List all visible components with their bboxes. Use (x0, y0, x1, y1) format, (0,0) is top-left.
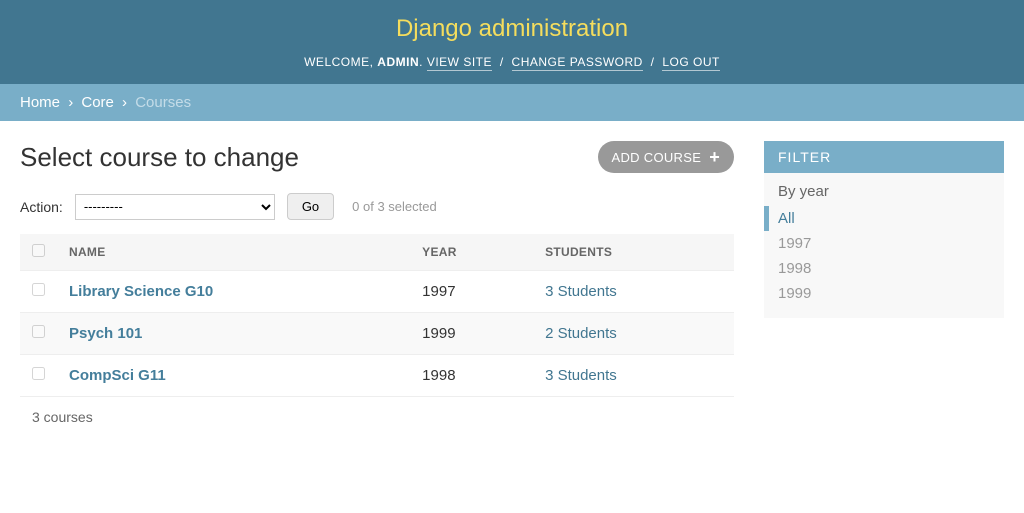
logout-link[interactable]: LOG OUT (662, 55, 720, 71)
filter-title: FILTER (764, 141, 1004, 173)
column-year[interactable]: YEAR (410, 234, 533, 271)
filter-item: 1999 (778, 281, 990, 306)
row-students-cell: 3 Students (533, 271, 734, 313)
filter-item-all: All (764, 206, 990, 231)
filter-section-title: By year (764, 173, 1004, 206)
filter-panel: FILTER By year All 1997 1998 1999 (764, 141, 1004, 318)
table-row: CompSci G11 1998 3 Students (20, 355, 734, 397)
row-checkbox-cell (20, 313, 57, 355)
students-link[interactable]: 3 Students (545, 283, 617, 300)
main-column: Select course to change ADD COURSE + Act… (20, 141, 734, 437)
actions-bar: Action: --------- Go 0 of 3 selected (20, 193, 734, 220)
row-year-cell: 1999 (410, 313, 533, 355)
filter-link[interactable]: All (778, 210, 795, 227)
filter-item: 1998 (778, 256, 990, 281)
page-title: Select course to change (20, 142, 299, 173)
action-select[interactable]: --------- (75, 194, 275, 220)
paginator: 3 courses (20, 397, 734, 437)
separator: / (651, 55, 655, 69)
students-link[interactable]: 2 Students (545, 325, 617, 342)
breadcrumb-arrow: › (68, 94, 73, 111)
row-name-cell: CompSci G11 (57, 355, 410, 397)
view-site-link[interactable]: VIEW SITE (427, 55, 492, 71)
change-password-link[interactable]: CHANGE PASSWORD (512, 55, 643, 71)
content: Select course to change ADD COURSE + Act… (0, 121, 1024, 457)
filter-list: All 1997 1998 1999 (764, 206, 1004, 318)
select-all-header (20, 234, 57, 271)
content-header: Select course to change ADD COURSE + (20, 141, 734, 173)
row-students-cell: 3 Students (533, 355, 734, 397)
row-checkbox-cell (20, 355, 57, 397)
row-checkbox-cell (20, 271, 57, 313)
results-table: NAME YEAR STUDENTS Library Science G10 1… (20, 234, 734, 397)
row-checkbox[interactable] (32, 367, 45, 380)
row-students-cell: 2 Students (533, 313, 734, 355)
sidebar: FILTER By year All 1997 1998 1999 (764, 141, 1004, 437)
site-title: Django administration (0, 15, 1024, 43)
plus-icon: + (709, 148, 720, 166)
students-link[interactable]: 3 Students (545, 367, 617, 384)
row-checkbox[interactable] (32, 283, 45, 296)
table-row: Library Science G10 1997 3 Students (20, 271, 734, 313)
filter-link[interactable]: 1997 (778, 235, 811, 252)
row-name-cell: Psych 101 (57, 313, 410, 355)
column-students[interactable]: STUDENTS (533, 234, 734, 271)
user-tools: WELCOME, ADMIN. VIEW SITE / CHANGE PASSW… (0, 55, 1024, 69)
course-name-link[interactable]: CompSci G11 (69, 367, 166, 384)
row-checkbox[interactable] (32, 325, 45, 338)
breadcrumb: Home › Core › Courses (0, 84, 1024, 121)
selection-count: 0 of 3 selected (352, 199, 437, 214)
row-year-cell: 1998 (410, 355, 533, 397)
add-course-button[interactable]: ADD COURSE + (598, 141, 735, 173)
select-all-checkbox[interactable] (32, 244, 45, 257)
breadcrumb-current: Courses (135, 94, 191, 111)
row-year-cell: 1997 (410, 271, 533, 313)
filter-item: 1997 (778, 231, 990, 256)
table-row: Psych 101 1999 2 Students (20, 313, 734, 355)
column-name[interactable]: NAME (57, 234, 410, 271)
breadcrumb-section[interactable]: Core (81, 94, 114, 111)
action-label: Action: (20, 199, 63, 215)
breadcrumb-arrow: › (122, 94, 127, 111)
course-name-link[interactable]: Library Science G10 (69, 283, 213, 300)
filter-link[interactable]: 1998 (778, 260, 811, 277)
breadcrumb-home[interactable]: Home (20, 94, 60, 111)
row-name-cell: Library Science G10 (57, 271, 410, 313)
add-button-label: ADD COURSE (612, 150, 702, 165)
table-header-row: NAME YEAR STUDENTS (20, 234, 734, 271)
separator: / (500, 55, 504, 69)
course-name-link[interactable]: Psych 101 (69, 325, 142, 342)
username: ADMIN (377, 55, 419, 69)
go-button[interactable]: Go (287, 193, 334, 220)
welcome-text: WELCOME, (304, 55, 373, 69)
admin-header: Django administration WELCOME, ADMIN. VI… (0, 0, 1024, 84)
filter-link[interactable]: 1999 (778, 285, 811, 302)
